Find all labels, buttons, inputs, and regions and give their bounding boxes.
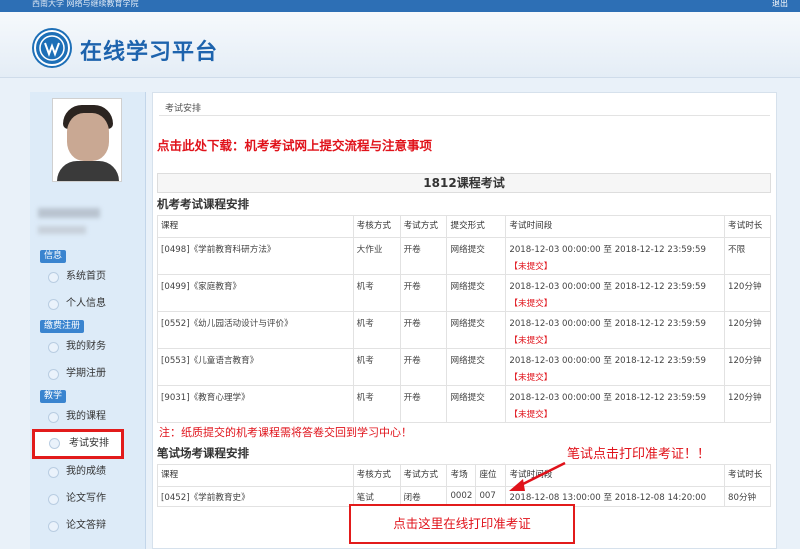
time-cell: 2018-12-03 00:00:00 至 2018-12-12 23:59:5… <box>505 348 725 386</box>
section-payment: 缴费注册 <box>40 320 85 333</box>
time-cell: 2018-12-03 00:00:00 至 2018-12-12 23:59:5… <box>505 274 725 312</box>
mode-cell: 开卷 <box>399 385 448 423</box>
duration-cell: 120分钟 <box>724 274 771 312</box>
bullet-icon <box>48 299 59 310</box>
download-instructions-link[interactable]: 点击此处下载：机考考试网上提交流程与注意事项 <box>157 135 432 154</box>
section-teaching: 教学 <box>40 390 67 403</box>
status-badge[interactable]: 【未提交】 <box>509 260 721 272</box>
duration-cell: 120分钟 <box>724 311 771 349</box>
table-row: [0553]《儿童语言教育》 机考 开卷 网络提交 2018-12-03 00:… <box>157 348 771 386</box>
duration-cell: 120分钟 <box>724 385 771 423</box>
userid-blurred <box>38 226 86 234</box>
university-logo <box>34 30 70 66</box>
print-annotation: 笔试点击打印准考证！！ <box>567 447 711 462</box>
col-exam-mode: 考试方式 <box>399 464 448 487</box>
breadcrumb: 考试安排 <box>165 104 202 114</box>
top-bar: 西南大学 网络与继续教育学院 退出 <box>0 0 800 12</box>
bullet-icon <box>48 342 59 353</box>
divider <box>159 115 770 116</box>
sidebar-item-exams[interactable]: 考试安排 <box>32 429 124 459</box>
col-exam-mode: 考试方式 <box>399 215 448 238</box>
time-cell: 2018-12-03 00:00:00 至 2018-12-12 23:59:5… <box>505 237 725 275</box>
course-cell: [0553]《儿童语言教育》 <box>157 348 354 386</box>
course-cell: [0498]《学前教育科研方法》 <box>157 237 354 275</box>
school-name: 西南大学 网络与继续教育学院 <box>32 0 139 8</box>
col-submission: 提交形式 <box>446 215 507 238</box>
table-row: [0552]《幼儿园活动设计与评价》 机考 开卷 网络提交 2018-12-03… <box>157 311 771 349</box>
status-badge[interactable]: 【未提交】 <box>509 334 721 346</box>
written-exam-table: 课程 考核方式 考试方式 考场 座位 考试时间段 考试时长 [0452]《学前教… <box>157 464 771 507</box>
course-cell: [0552]《幼儿园活动设计与评价》 <box>157 311 354 349</box>
assessment-cell: 大作业 <box>352 237 401 275</box>
sidebar-item-courses[interactable]: 我的课程 <box>46 406 138 428</box>
submission-cell: 网络提交 <box>446 237 507 275</box>
bullet-icon <box>48 521 59 532</box>
bullet-icon <box>48 272 59 283</box>
submission-cell: 网络提交 <box>446 274 507 312</box>
duration-cell: 不限 <box>724 237 771 275</box>
time-cell: 2018-12-03 00:00:00 至 2018-12-12 23:59:5… <box>505 311 725 349</box>
sidebar-item-profile[interactable]: 个人信息 <box>46 293 138 315</box>
col-duration: 考试时长 <box>724 464 771 487</box>
assessment-cell: 机考 <box>352 311 401 349</box>
sidebar-item-thesis-defense[interactable]: 论文答辩 <box>46 515 138 537</box>
course-cell: [0452]《学前教育史》 <box>157 486 354 507</box>
duration-cell: 120分钟 <box>724 348 771 386</box>
mode-cell: 开卷 <box>399 274 448 312</box>
submission-cell: 网络提交 <box>446 311 507 349</box>
course-cell: [9031]《教育心理学》 <box>157 385 354 423</box>
bullet-icon <box>49 438 60 449</box>
mode-cell: 开卷 <box>399 237 448 275</box>
submission-cell: 网络提交 <box>446 385 507 423</box>
course-cell: [0499]《家庭教育》 <box>157 274 354 312</box>
bullet-icon <box>48 412 59 423</box>
assessment-cell: 机考 <box>352 348 401 386</box>
machine-exam-title: 机考考试课程安排 <box>157 197 249 211</box>
table-row: [0499]《家庭教育》 机考 开卷 网络提交 2018-12-03 00:00… <box>157 274 771 312</box>
logout-link[interactable]: 退出 <box>772 0 788 8</box>
status-badge[interactable]: 【未提交】 <box>509 371 721 383</box>
table-row: [0498]《学前教育科研方法》 大作业 开卷 网络提交 2018-12-03 … <box>157 237 771 275</box>
arrow-icon <box>509 461 566 491</box>
sidebar-item-grades[interactable]: 我的成绩 <box>46 461 138 483</box>
col-duration: 考试时长 <box>724 215 771 238</box>
section-info: 信息 <box>40 250 67 263</box>
main-panel: 考试安排 点击此处下载：机考考试网上提交流程与注意事项 1812课程考试 机考考… <box>152 92 777 549</box>
col-course: 课程 <box>157 215 354 238</box>
username-blurred <box>38 208 100 218</box>
print-admission-ticket-button[interactable]: 点击这里在线打印准考证 <box>349 504 575 544</box>
bullet-icon <box>48 494 59 505</box>
sidebar-item-thesis-writing[interactable]: 论文写作 <box>46 488 138 510</box>
col-assessment: 考核方式 <box>352 215 401 238</box>
mode-cell: 开卷 <box>399 311 448 349</box>
assessment-cell: 机考 <box>352 274 401 312</box>
bullet-icon <box>48 369 59 380</box>
status-badge[interactable]: 【未提交】 <box>509 297 721 309</box>
col-seat: 座位 <box>475 464 507 487</box>
written-exam-title: 笔试场考课程安排 <box>157 446 249 460</box>
site-header: 在线学习平台 <box>0 12 800 78</box>
sidebar-item-home[interactable]: 系统首页 <box>46 266 138 288</box>
assessment-cell: 机考 <box>352 385 401 423</box>
avatar <box>52 98 122 182</box>
sidebar-item-finance[interactable]: 我的财务 <box>46 336 138 358</box>
platform-title: 在线学习平台 <box>80 40 219 65</box>
term-title: 1812课程考试 <box>157 173 771 193</box>
col-room: 考场 <box>446 464 477 487</box>
table-row: [9031]《教育心理学》 机考 开卷 网络提交 2018-12-03 00:0… <box>157 385 771 423</box>
paper-submission-note: 注：纸质提交的机考课程需将答卷交回到学习中心！ <box>159 426 412 439</box>
submission-cell: 网络提交 <box>446 348 507 386</box>
col-assessment: 考核方式 <box>352 464 401 487</box>
sidebar: 信息 系统首页 个人信息 缴费注册 我的财务 学期注册 教学 我的课程 考试安排… <box>30 92 146 549</box>
status-badge[interactable]: 【未提交】 <box>509 408 721 420</box>
col-course: 课程 <box>157 464 354 487</box>
time-cell: 2018-12-03 00:00:00 至 2018-12-12 23:59:5… <box>505 385 725 423</box>
bullet-icon <box>48 467 59 478</box>
mode-cell: 开卷 <box>399 348 448 386</box>
logo-emblem-icon <box>39 35 65 61</box>
machine-exam-table: 课程 考核方式 考试方式 提交形式 考试时间段 考试时长 [0498]《学前教育… <box>157 215 771 423</box>
duration-cell: 80分钟 <box>724 486 771 507</box>
sidebar-item-term-register[interactable]: 学期注册 <box>46 363 138 385</box>
col-time-period: 考试时间段 <box>505 215 725 238</box>
